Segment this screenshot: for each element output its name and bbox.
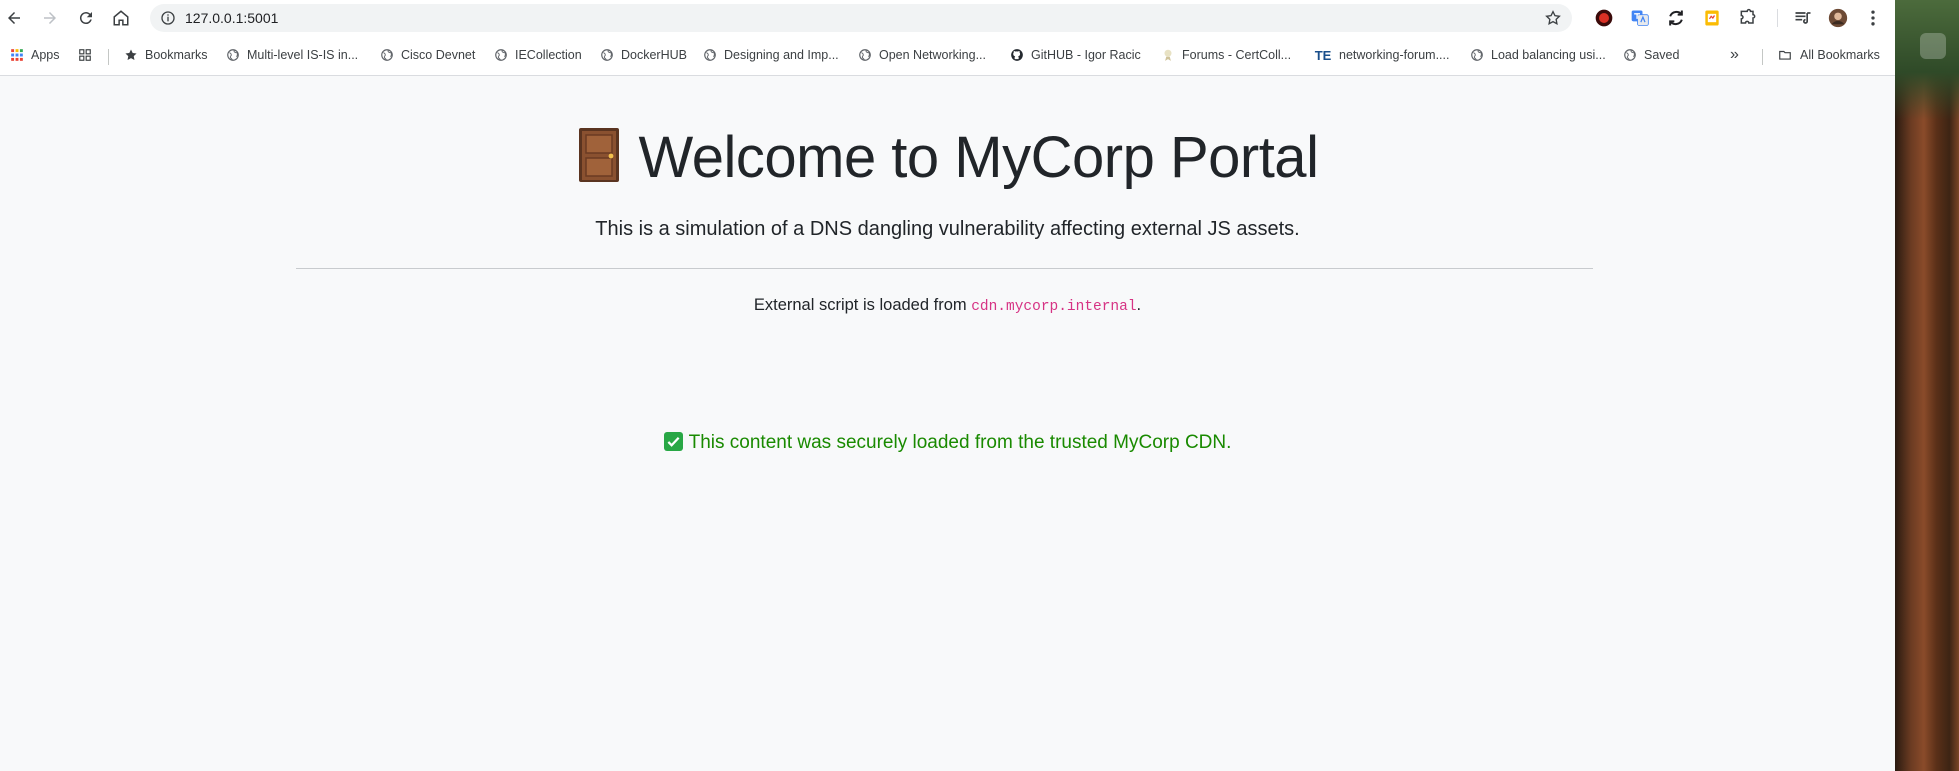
bookmark-load-balancing[interactable]: Load balancing usi... bbox=[1470, 45, 1606, 65]
bookmark-label: DockerHUB bbox=[621, 48, 687, 62]
browser-chrome: 127.0.0.1:5001 Apps Bookmarks Multi-leve… bbox=[0, 0, 1895, 76]
bookmark-forums-certcoll[interactable]: Forums - CertColl... bbox=[1161, 45, 1291, 65]
home-icon bbox=[113, 10, 129, 26]
extension-sync[interactable] bbox=[1665, 7, 1687, 29]
url-text[interactable]: 127.0.0.1:5001 bbox=[185, 10, 278, 26]
folder-icon bbox=[1777, 48, 1793, 62]
globe-icon bbox=[703, 48, 717, 62]
back-button[interactable] bbox=[1, 5, 27, 31]
bookmark-saved[interactable]: Saved bbox=[1623, 45, 1679, 65]
bookmark-github-igor-racic[interactable]: GitHUB - Igor Racic bbox=[1010, 45, 1141, 65]
external-script-note: External script is loaded from cdn.mycor… bbox=[0, 296, 1895, 315]
puzzle-icon bbox=[1740, 8, 1756, 24]
bookmark-dockerhub[interactable]: DockerHUB bbox=[600, 45, 687, 65]
lead-paragraph: This is a simulation of a DNS dangling v… bbox=[595, 218, 1300, 240]
external-script-prefix: External script is loaded from bbox=[753, 296, 972, 314]
address-bar[interactable]: 127.0.0.1:5001 bbox=[150, 4, 1572, 32]
bookmark-designing-and-imp[interactable]: Designing and Imp... bbox=[703, 45, 839, 65]
bookmark-label: Designing and Imp... bbox=[724, 48, 839, 62]
browser-toolbar: 127.0.0.1:5001 bbox=[0, 0, 1895, 36]
status-message-text: This content was securely loaded from th… bbox=[688, 432, 1232, 453]
page-content: Welcome to MyCorp Portal This is a simul… bbox=[0, 76, 1895, 771]
arrow-right-icon bbox=[44, 12, 56, 24]
bookmark-label: Bookmarks bbox=[145, 48, 208, 62]
bookmarks-bar: Apps Bookmarks Multi-level IS-IS in... C… bbox=[0, 42, 1895, 68]
home-button[interactable] bbox=[108, 5, 134, 31]
bookmark-label: Apps bbox=[31, 48, 60, 62]
bookmark-star-icon[interactable] bbox=[1544, 9, 1562, 27]
reload-icon bbox=[79, 12, 92, 25]
bookmark-label: Load balancing usi... bbox=[1491, 48, 1606, 62]
page-title-text: Welcome to MyCorp Portal bbox=[638, 125, 1319, 190]
wallpaper-foliage bbox=[1895, 0, 1959, 120]
bookmark-multi-level-isis[interactable]: Multi-level IS-IS in... bbox=[226, 45, 358, 65]
toolbar-divider bbox=[1777, 9, 1778, 27]
horizontal-rule bbox=[296, 268, 1593, 269]
apps-grid-icon bbox=[10, 48, 24, 62]
te-icon: TE bbox=[1314, 47, 1332, 63]
globe-icon bbox=[226, 48, 240, 62]
sync-icon bbox=[1669, 10, 1683, 26]
globe-icon bbox=[600, 48, 614, 62]
external-script-suffix: . bbox=[1136, 296, 1142, 314]
bookmarks-divider bbox=[108, 49, 109, 65]
bookmark-label: Saved bbox=[1644, 48, 1680, 62]
browser-menu-button[interactable] bbox=[1862, 7, 1884, 29]
page-title: Welcome to MyCorp Portal bbox=[0, 124, 1895, 191]
translate-icon bbox=[1631, 10, 1649, 26]
media-controls-button[interactable] bbox=[1792, 7, 1814, 29]
globe-icon bbox=[1623, 48, 1637, 62]
chevron-double-right-icon: » bbox=[1730, 46, 1739, 63]
bookmark-open-networking[interactable]: Open Networking... bbox=[858, 45, 986, 65]
bookmark-label: IECollection bbox=[515, 48, 582, 62]
globe-icon bbox=[858, 48, 872, 62]
github-icon bbox=[1010, 48, 1024, 62]
apple-icon bbox=[1920, 33, 1946, 59]
bookmark-label: networking-forum.... bbox=[1339, 48, 1450, 62]
extension-red-record[interactable] bbox=[1593, 7, 1615, 29]
all-bookmarks-button[interactable]: All Bookmarks bbox=[1777, 45, 1880, 65]
avatar-icon bbox=[1828, 8, 1848, 28]
more-bookmarks-button[interactable]: » bbox=[1730, 45, 1739, 65]
extensions-button[interactable] bbox=[1737, 7, 1759, 29]
bookmark-label: Cisco Devnet bbox=[401, 48, 476, 62]
door-icon bbox=[578, 128, 619, 182]
bookmark-networking-forum[interactable]: TE networking-forum.... bbox=[1314, 45, 1450, 65]
bookmark-label: Open Networking... bbox=[879, 48, 986, 62]
status-message: This content was securely loaded from th… bbox=[0, 432, 1895, 454]
bookmarks-divider bbox=[1762, 49, 1763, 65]
queue-music-icon bbox=[1795, 12, 1811, 24]
extension-notes[interactable] bbox=[1701, 7, 1723, 29]
check-mark-icon bbox=[663, 432, 683, 451]
site-info-icon[interactable] bbox=[160, 10, 176, 26]
bookmark-label: GitHUB - Igor Racic bbox=[1031, 48, 1141, 62]
bookmark-iecollection[interactable]: IECollection bbox=[494, 45, 582, 65]
globe-icon bbox=[380, 48, 394, 62]
tab-groups-button[interactable] bbox=[78, 45, 99, 65]
globe-icon bbox=[1470, 48, 1484, 62]
kebab-menu-icon bbox=[1871, 10, 1875, 26]
globe-icon bbox=[494, 48, 508, 62]
notes-icon bbox=[1705, 10, 1719, 26]
arrow-left-icon bbox=[8, 12, 20, 24]
bookmark-label: Forums - CertColl... bbox=[1182, 48, 1292, 62]
profile-avatar[interactable] bbox=[1827, 7, 1849, 29]
all-bookmarks-label: All Bookmarks bbox=[1800, 48, 1880, 62]
cdn-hostname: cdn.mycorp.internal bbox=[971, 299, 1137, 315]
star-icon bbox=[124, 48, 138, 62]
bookmark-label: Multi-level IS-IS in... bbox=[247, 48, 359, 62]
desktop-wallpaper bbox=[1895, 0, 1959, 771]
forward-button[interactable] bbox=[37, 5, 63, 31]
bookmark-folder-bookmarks[interactable]: Bookmarks bbox=[124, 45, 208, 65]
bookmark-cisco-devnet[interactable]: Cisco Devnet bbox=[380, 45, 475, 65]
extension-translate[interactable] bbox=[1629, 7, 1651, 29]
record-icon bbox=[1595, 9, 1613, 27]
tab-groups-icon bbox=[78, 48, 92, 62]
certcoll-icon bbox=[1161, 48, 1175, 62]
reload-button[interactable] bbox=[73, 5, 99, 31]
bookmark-apps[interactable]: Apps bbox=[10, 45, 60, 65]
